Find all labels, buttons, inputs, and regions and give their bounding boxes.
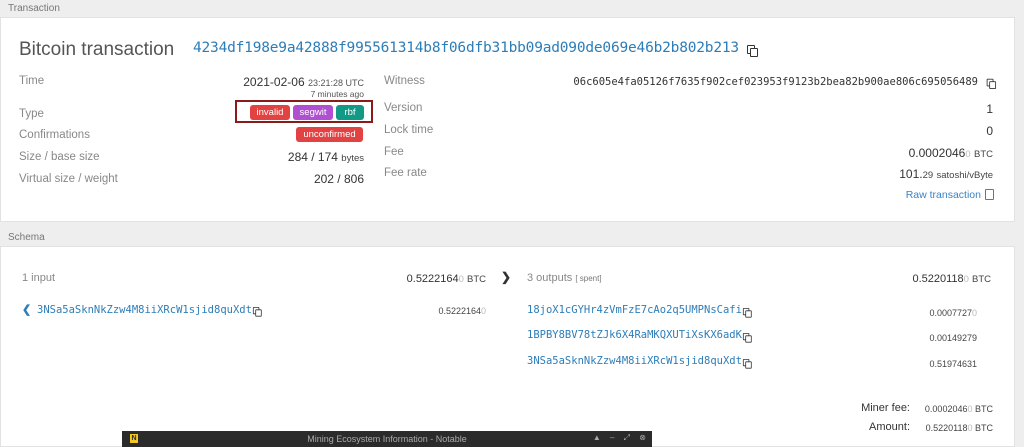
transaction-id[interactable]: 4234df198e9a42888f995561314b8f06dfb31bb0…	[193, 40, 739, 56]
output-amount: 0.00077270	[929, 308, 977, 318]
time-date: 2021-02-06	[243, 75, 305, 89]
fee-unit: BTC	[974, 149, 993, 160]
output-amount: 0.51974631	[929, 359, 977, 369]
up-arrow-icon[interactable]: ▲	[593, 433, 601, 442]
raw-transaction-link[interactable]: Raw transaction	[906, 189, 981, 201]
miner-fee-value: 0.00020460 BTC	[925, 404, 993, 414]
feerate-main: 101.	[899, 167, 923, 181]
time-ago: 7 minutes ago	[310, 89, 364, 99]
outputs-spent-tag: [ spent]	[575, 274, 602, 283]
inputs-label: 1 input	[22, 272, 56, 284]
outputs-unit: BTC	[972, 274, 991, 285]
page-title: Bitcoin transaction	[19, 39, 175, 60]
input-amount: 0.52221640	[438, 306, 486, 316]
copy-witness-icon[interactable]	[986, 78, 997, 89]
fee-label: Fee	[384, 146, 404, 158]
time-clock: 23:21:28 UTC	[307, 78, 364, 88]
highlight-box	[235, 100, 373, 123]
miner-fee-ghost: 0	[967, 404, 973, 414]
miner-fee-unit: BTC	[975, 404, 993, 414]
close-icon[interactable]: ⊗	[639, 433, 646, 442]
amount-unit: BTC	[975, 423, 993, 433]
size-number: 284 / 174	[287, 150, 338, 164]
input-address[interactable]: 3NSa5aSknNkZzw4M8iiXRcW1sjid8quXdt	[37, 304, 252, 316]
feerate-unit: satoshi/vByte	[936, 170, 994, 181]
unconfirmed-badge: unconfirmed	[296, 127, 363, 142]
feerate-value: 101.29 satoshi/vByte	[899, 167, 993, 181]
feerate-small: 29	[922, 170, 934, 181]
notable-window-title: Mining Ecosystem Information - Notable	[307, 434, 467, 444]
locktime-label: Lock time	[384, 124, 434, 136]
outputs-label: 3 outputs [ spent]	[527, 272, 602, 284]
version-label: Version	[384, 102, 423, 114]
window-controls: ▲ – ⤢ ⊗	[586, 433, 646, 443]
input-amount-main: 0.5222164	[438, 306, 481, 316]
miner-fee-main: 0.0002046	[924, 404, 968, 414]
output-address[interactable]: 1BPBY8BV78tZJk6X4RaMKQXUTiXsKX6adK	[527, 329, 742, 341]
size-value: 284 / 174 bytes	[288, 150, 364, 164]
amount-main: 0.5220118	[925, 423, 968, 433]
inputs-unit: BTC	[467, 274, 486, 285]
output-address[interactable]: 18joX1cGYHr4zVmFzE7cAo2q5UMPNsCafi	[527, 304, 742, 316]
feerate-label: Fee rate	[384, 167, 427, 179]
output-address[interactable]: 3NSa5aSknNkZzw4M8iiXRcW1sjid8quXdt	[527, 355, 742, 367]
arrow-right-icon: ❯	[501, 270, 512, 284]
witness-value: 06c605e4fa05126f7635f902cef023953f9123b2…	[573, 76, 978, 88]
chevron-left-icon[interactable]: ❮	[22, 303, 31, 316]
section-label-transaction: Transaction	[8, 3, 60, 14]
inputs-total-ghost: 0	[458, 274, 464, 285]
vsize-value: 202 / 806	[313, 172, 364, 186]
fee-main: 0.0002046	[908, 146, 966, 160]
amount-ghost: 0	[967, 423, 973, 433]
inputs-total: 0.52221640 BTC	[407, 273, 486, 285]
fee-value: 0.00020460 BTC	[909, 146, 993, 160]
output-amount-main: 0.0007727	[929, 308, 972, 318]
document-icon[interactable]	[985, 189, 994, 200]
amount-value: 0.52201180 BTC	[926, 423, 993, 433]
copy-output-icon[interactable]	[742, 333, 752, 343]
confirmations-label: Confirmations	[19, 129, 90, 141]
miner-fee-label: Miner fee:	[861, 402, 910, 414]
time-value: 2021-02-06 23:21:28 UTC	[243, 75, 364, 89]
version-value: 1	[986, 102, 993, 116]
locktime-value: 0	[986, 124, 993, 138]
time-label: Time	[19, 75, 45, 87]
copy-output-icon[interactable]	[742, 308, 752, 318]
output-amount: 0.00149279	[929, 333, 977, 343]
copy-icon[interactable]	[747, 45, 758, 57]
output-amount-ghost: 0	[971, 308, 977, 318]
size-label: Size / base size	[19, 151, 100, 163]
amount-label: Amount:	[869, 421, 910, 433]
fee-ghost: 0	[965, 149, 971, 160]
notable-window-titlebar[interactable]: N Mining Ecosystem Information - Notable…	[122, 431, 652, 447]
vsize-label: Virtual size / weight	[19, 173, 118, 185]
section-label-schema: Schema	[8, 232, 45, 243]
copy-input-icon[interactable]	[252, 307, 262, 317]
outputs-total-ghost: 0	[963, 274, 969, 285]
copy-output-icon[interactable]	[742, 359, 752, 369]
witness-label: Witness	[384, 75, 425, 87]
outputs-total: 0.52201180 BTC	[912, 273, 991, 285]
outputs-total-main: 0.5220118	[912, 273, 964, 285]
minimize-icon[interactable]: –	[610, 433, 614, 442]
size-unit: bytes	[341, 153, 364, 164]
outputs-count: 3 outputs	[527, 272, 573, 284]
input-amount-ghost: 0	[480, 306, 486, 316]
maximize-icon[interactable]: ⤢	[624, 433, 630, 442]
type-label: Type	[19, 108, 44, 120]
inputs-total-main: 0.5222164	[406, 273, 459, 285]
